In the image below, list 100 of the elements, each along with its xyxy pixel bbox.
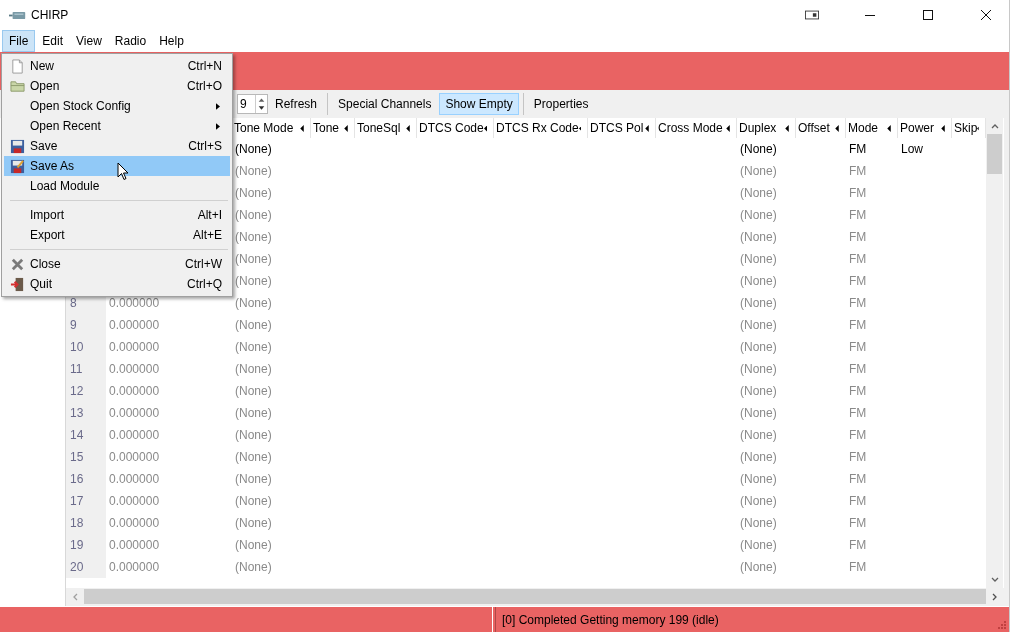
column-header[interactable]: Cross Mode [656, 118, 737, 138]
table-cell: 0.000000 [109, 384, 160, 398]
column-header[interactable]: Offset [796, 118, 846, 138]
column-header[interactable]: DTCS Code [417, 118, 494, 138]
row-number: 11 [70, 362, 83, 376]
menu-item[interactable]: File [2, 30, 36, 52]
close-icon[interactable] [979, 9, 993, 21]
scroll-right-icon[interactable] [991, 591, 999, 602]
table-cell: (None) [235, 428, 272, 442]
table-cell: (None) [235, 164, 272, 178]
column-header[interactable]: Tone [311, 118, 355, 138]
toggle-button[interactable]: Special Channels [332, 93, 438, 115]
menu-item[interactable]: Quit Ctrl+Q [4, 274, 230, 294]
table-cell: (None) [740, 450, 777, 464]
sort-arrow-icon[interactable] [941, 124, 945, 132]
table-cell: FM [849, 538, 867, 552]
toolbar-button[interactable]: Properties [527, 93, 595, 115]
table-cell: FM [849, 494, 867, 508]
table-cell: (None) [235, 516, 272, 530]
table-cell: (None) [740, 164, 777, 178]
mouse-pointer-icon [117, 162, 129, 181]
table-cell: 0.000000 [109, 450, 160, 464]
menu-item[interactable]: Import Alt+I [4, 205, 230, 225]
column-header[interactable]: DTCS Rx Code [494, 118, 588, 138]
table-cell: (None) [235, 472, 272, 486]
sort-arrow-icon[interactable] [645, 124, 649, 132]
column-header[interactable]: Duplex [737, 118, 796, 138]
row-number: 16 [70, 472, 84, 486]
table-cell: (None) [235, 142, 272, 156]
sort-arrow-icon[interactable] [887, 124, 891, 132]
table-cell: 0.000000 [109, 516, 160, 530]
tablet-mode-icon[interactable] [805, 9, 819, 21]
submenu-arrow-icon [216, 102, 220, 110]
table-cell: (None) [235, 230, 272, 244]
menu-item[interactable]: Open Ctrl+O [4, 76, 230, 96]
table-cell: (None) [740, 208, 777, 222]
column-header[interactable]: ToneSql [355, 118, 417, 138]
menu-item[interactable]: Open Recent [4, 116, 230, 136]
sort-arrow-icon[interactable] [835, 124, 839, 132]
spin-up-icon[interactable] [256, 95, 267, 104]
menu-item[interactable]: Help [153, 30, 190, 52]
spin-down-icon[interactable] [256, 104, 267, 113]
scroll-thumb[interactable] [987, 134, 1002, 174]
sort-arrow-icon[interactable] [406, 124, 410, 132]
table-cell: (None) [740, 494, 777, 508]
menu-item[interactable]: View [70, 30, 108, 52]
menu-item[interactable]: Edit [36, 30, 70, 52]
column-header[interactable]: Power [898, 118, 952, 138]
table-cell: 0.000000 [109, 538, 160, 552]
scroll-thumb[interactable] [84, 589, 986, 604]
table-cell: FM [849, 340, 867, 354]
menu-item[interactable]: New Ctrl+N [4, 56, 230, 76]
table-cell: (None) [740, 472, 777, 486]
table-cell: FM [849, 318, 867, 332]
menu-item[interactable]: Load Module [4, 176, 230, 196]
table-cell: (None) [235, 450, 272, 464]
maximize-icon[interactable] [921, 9, 935, 21]
spin-field[interactable]: 9 [237, 94, 268, 114]
column-header[interactable]: Mode [846, 118, 898, 138]
sort-arrow-icon[interactable] [785, 124, 789, 132]
row-number: 18 [70, 516, 84, 530]
window-title: CHIRP [31, 8, 69, 22]
table-cell: (None) [740, 384, 777, 398]
sort-arrow-icon[interactable] [977, 124, 979, 132]
table-cell: 0.000000 [109, 318, 160, 332]
menu-item[interactable]: Open Stock Config [4, 96, 230, 116]
table-cell: (None) [740, 340, 777, 354]
scroll-down-icon[interactable] [989, 576, 1000, 584]
table-cell: (None) [235, 252, 272, 266]
table-cell: FM [849, 274, 867, 288]
table-cell: (None) [740, 252, 777, 266]
table-cell: FM [849, 450, 867, 464]
row-number: 8 [70, 296, 77, 310]
table-cell: (None) [235, 186, 272, 200]
scroll-up-icon[interactable] [989, 122, 1000, 130]
sort-arrow-icon[interactable] [344, 124, 348, 132]
sort-arrow-icon[interactable] [726, 124, 730, 132]
table-cell: (None) [235, 384, 272, 398]
menu-item[interactable]: Save As [4, 156, 230, 176]
document-icon [9, 58, 25, 74]
table-cell: (None) [235, 318, 272, 332]
menu-item[interactable]: Save Ctrl+S [4, 136, 230, 156]
sort-arrow-icon[interactable] [483, 124, 487, 132]
table-cell: (None) [235, 296, 272, 310]
column-header[interactable]: DTCS Pol [588, 118, 656, 138]
menu-item[interactable]: Export Alt+E [4, 225, 230, 245]
menu-item[interactable]: Close Ctrl+W [4, 254, 230, 274]
sort-arrow-icon[interactable] [578, 124, 581, 132]
table-cell: FM [849, 164, 867, 178]
horizontal-scrollbar[interactable] [66, 588, 1004, 605]
toggle-button[interactable]: Show Empty [439, 93, 519, 115]
sort-arrow-icon[interactable] [300, 124, 304, 132]
table-cell: (None) [740, 142, 777, 156]
table-cell: FM [849, 362, 867, 376]
menu-item[interactable]: Radio [108, 30, 153, 52]
table-cell: (None) [740, 274, 777, 288]
toolbar-button[interactable]: Refresh [269, 93, 324, 115]
resize-grip-icon[interactable] [996, 619, 1006, 629]
submenu-arrow-icon [216, 122, 220, 130]
table-cell: FM [849, 406, 867, 420]
